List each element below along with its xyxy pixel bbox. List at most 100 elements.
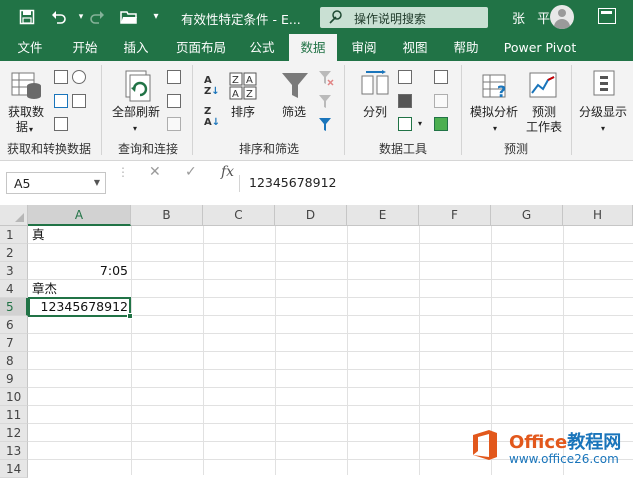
data-validation-dropdown-icon[interactable]: ▾ [418, 119, 422, 128]
open-folder-icon[interactable] [118, 7, 140, 27]
row-header[interactable]: 14 [0, 460, 28, 478]
reapply-icon[interactable] [318, 94, 334, 113]
column-header-e[interactable]: E [347, 205, 419, 226]
from-text-icon[interactable] [54, 70, 68, 84]
what-if-dropdown-icon[interactable]: ▾ [493, 121, 497, 136]
cell-a3[interactable]: 7:05 [28, 262, 128, 280]
tab-review[interactable]: 审阅 [344, 34, 384, 61]
row-header[interactable]: 3 [0, 262, 28, 280]
consolidate-icon[interactable] [434, 70, 448, 84]
refresh-dropdown-icon[interactable]: ▾ [133, 121, 137, 136]
row-header[interactable]: 7 [0, 334, 28, 352]
tab-home[interactable]: 开始 [63, 34, 107, 61]
sort-icon[interactable]: Z A A Z [229, 72, 259, 103]
from-web-icon[interactable] [54, 94, 68, 108]
row-header[interactable]: 10 [0, 388, 28, 406]
title-bar: ▾ ▾ 有效性特定条件 - E... 操作说明搜索 张 平 [0, 0, 633, 34]
refresh-all-icon[interactable] [120, 69, 154, 106]
cell-a4[interactable]: 章杰 [32, 280, 57, 298]
tab-view[interactable]: 视图 [394, 34, 436, 61]
row-header[interactable]: 5 [0, 298, 28, 316]
tab-help[interactable]: 帮助 [445, 34, 487, 61]
row-header[interactable]: 13 [0, 442, 28, 460]
recent-sources-icon[interactable] [72, 70, 86, 84]
row-header[interactable]: 4 [0, 280, 28, 298]
column-header-a[interactable]: A [28, 205, 131, 226]
outline-icon[interactable] [590, 69, 618, 102]
sort-label[interactable]: 排序 [231, 105, 255, 120]
flash-fill-icon[interactable] [398, 70, 412, 84]
formula-input[interactable]: 12345678912 [249, 172, 336, 194]
search-input[interactable]: 操作说明搜索 [320, 7, 488, 28]
filter-icon[interactable] [280, 71, 310, 104]
gridline [28, 369, 633, 370]
row-header[interactable]: 12 [0, 424, 28, 442]
row-header[interactable]: 9 [0, 370, 28, 388]
column-header-b[interactable]: B [131, 205, 203, 226]
queries-connections-icon[interactable] [167, 70, 181, 84]
user-name[interactable]: 张 平 [512, 8, 554, 27]
fill-handle[interactable] [127, 313, 133, 319]
watermark-title: Office教程网 [509, 428, 621, 454]
row-header[interactable]: 8 [0, 352, 28, 370]
avatar[interactable] [550, 5, 574, 29]
cell-a1[interactable]: 真 [32, 226, 45, 244]
tab-file[interactable]: 文件 [10, 34, 50, 61]
get-data-icon[interactable] [10, 69, 44, 106]
get-data-label[interactable]: 获取数 [8, 105, 44, 120]
cancel-icon[interactable]: ✕ [149, 161, 161, 183]
properties-icon[interactable] [167, 94, 181, 108]
refresh-all-label[interactable]: 全部刷新 [112, 105, 160, 120]
forecast-label[interactable]: 预测 [532, 105, 556, 120]
existing-connections-icon[interactable] [72, 94, 86, 108]
tab-formulas[interactable]: 公式 [242, 34, 282, 61]
divider [239, 175, 240, 192]
advanced-filter-icon[interactable] [318, 117, 334, 136]
save-icon[interactable] [16, 7, 38, 27]
tab-power-pivot[interactable]: Power Pivot [500, 34, 580, 61]
edit-links-icon[interactable] [167, 117, 181, 131]
remove-duplicates-icon[interactable] [398, 94, 412, 108]
sort-ascending-icon[interactable]: A Z↓ [204, 75, 220, 97]
sort-descending-icon[interactable]: Z A↓ [204, 106, 220, 128]
forecast-label-2[interactable]: 工作表 [526, 120, 562, 135]
manage-data-model-icon[interactable] [434, 117, 448, 131]
tab-page-layout[interactable]: 页面布局 [168, 34, 234, 61]
split-label[interactable]: 分列 [363, 105, 387, 120]
tab-insert[interactable]: 插入 [114, 34, 158, 61]
ribbon-display-options-icon[interactable] [598, 8, 616, 24]
column-header-c[interactable]: C [203, 205, 275, 226]
column-header-h[interactable]: H [563, 205, 633, 226]
row-header[interactable]: 11 [0, 406, 28, 424]
outline-dropdown-icon[interactable]: ▾ [601, 121, 605, 136]
insert-function-icon[interactable]: fx [221, 161, 234, 183]
column-header-d[interactable]: D [275, 205, 347, 226]
row-header[interactable]: 6 [0, 316, 28, 334]
text-to-columns-icon[interactable] [360, 70, 390, 103]
get-data-label-2[interactable]: 据 [16, 120, 28, 135]
get-data-dropdown-icon[interactable]: ▾ [29, 122, 33, 137]
clear-filter-icon[interactable] [318, 70, 334, 89]
select-all-corner[interactable] [0, 205, 28, 226]
row-header[interactable]: 2 [0, 244, 28, 262]
name-box[interactable]: A5 ▼ [6, 172, 106, 194]
chevron-down-icon[interactable]: ▼ [94, 178, 100, 187]
enter-icon[interactable]: ✓ [185, 161, 197, 183]
what-if-label[interactable]: 模拟分析 [470, 105, 518, 120]
data-validation-icon[interactable] [398, 117, 412, 131]
column-header-g[interactable]: G [491, 205, 563, 226]
forecast-sheet-icon[interactable] [528, 71, 558, 104]
redo-icon[interactable] [86, 7, 108, 27]
from-table-icon[interactable] [54, 117, 68, 131]
outline-label[interactable]: 分级显示 [579, 105, 627, 120]
row-header[interactable]: 1 [0, 226, 28, 244]
what-if-analysis-icon[interactable]: ? [481, 71, 511, 104]
relationships-icon[interactable] [434, 94, 448, 108]
filter-label[interactable]: 筛选 [282, 105, 306, 120]
more-options-icon[interactable]: ⋮ [117, 161, 129, 183]
tab-data[interactable]: 数据 [289, 34, 337, 62]
gridline [28, 351, 633, 352]
undo-icon[interactable] [48, 7, 70, 27]
column-header-f[interactable]: F [419, 205, 491, 226]
customize-toolbar-icon[interactable]: ▾ [145, 7, 167, 27]
